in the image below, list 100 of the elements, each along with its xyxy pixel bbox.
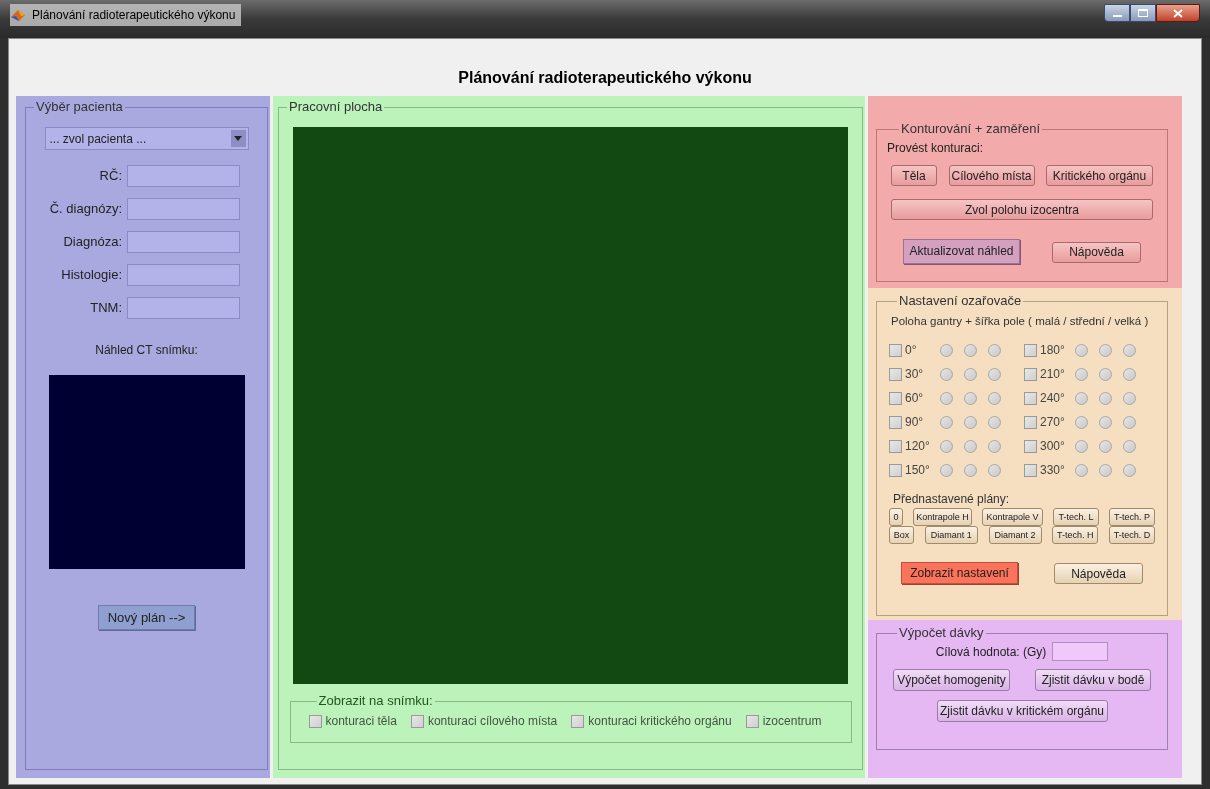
radio-button[interactable] [940, 415, 953, 429]
radio-button[interactable] [1123, 391, 1136, 405]
radio-button[interactable] [1123, 367, 1136, 381]
checkbox-label: konturaci kritického orgánu [588, 713, 732, 730]
radio-button[interactable] [988, 367, 1001, 381]
preset-button[interactable]: T-tech. P [1109, 508, 1155, 527]
radio-button[interactable] [1099, 463, 1112, 477]
checkbox[interactable] [410, 714, 424, 728]
contour-button[interactable]: Těla [891, 165, 937, 186]
angle-label: 60° [904, 390, 925, 408]
radio-button[interactable] [1099, 415, 1112, 429]
group-title: Zobrazit na snímku: [317, 694, 434, 708]
checkbox[interactable] [1024, 439, 1037, 453]
radio-button[interactable] [988, 415, 1001, 429]
radio-button[interactable] [1123, 343, 1136, 357]
radio-button[interactable] [1099, 367, 1112, 381]
field-label: TNM: [89, 299, 122, 318]
preset-button[interactable]: Box [889, 526, 914, 545]
dropdown-caret-icon [230, 130, 246, 147]
dose-button[interactable]: Výpočet homogenity [893, 669, 1010, 691]
close-button[interactable] [1156, 4, 1200, 22]
angle-label: 180° [1039, 342, 1066, 360]
checkbox[interactable] [308, 714, 322, 728]
field-label: Cílová hodnota: (Gy) [935, 643, 1047, 661]
radio-button[interactable] [1123, 415, 1136, 429]
radio-button[interactable] [964, 439, 977, 453]
checkbox[interactable] [1024, 367, 1037, 381]
preset-button[interactable]: T-tech. D [1109, 526, 1155, 545]
field-label: RČ: [98, 167, 122, 186]
text-field[interactable] [1052, 642, 1109, 661]
angle-label: 90° [904, 414, 925, 432]
radio-button[interactable] [964, 343, 977, 357]
group-title: Výběr pacienta [35, 100, 124, 114]
minimize-button[interactable] [1104, 4, 1130, 22]
radio-button[interactable] [940, 391, 953, 405]
radio-button[interactable] [964, 367, 977, 381]
radio-button[interactable] [988, 439, 1001, 453]
radio-button[interactable] [1075, 367, 1088, 381]
checkbox[interactable] [571, 714, 585, 728]
radio-button[interactable] [1123, 463, 1136, 477]
radio-button[interactable] [1075, 391, 1088, 405]
radio-button[interactable] [1075, 439, 1088, 453]
update-preview-button[interactable]: Aktualizovat náhled [903, 238, 1020, 264]
isocenter-button[interactable]: Zvol polohu izocentra [891, 199, 1153, 220]
checkbox[interactable] [1024, 463, 1037, 477]
radio-button[interactable] [1099, 439, 1112, 453]
maximize-button[interactable] [1130, 4, 1156, 22]
text-field[interactable] [127, 198, 240, 220]
preset-button[interactable]: Diamant 2 [988, 526, 1042, 545]
checkbox[interactable] [889, 343, 902, 357]
preset-button[interactable]: Diamant 1 [924, 526, 978, 545]
checkbox[interactable] [889, 367, 902, 381]
page-heading: Plánování radioterapeutického výkonu [458, 68, 752, 88]
radio-button[interactable] [964, 415, 977, 429]
angle-label: 30° [904, 366, 925, 384]
radio-button[interactable] [1123, 439, 1136, 453]
preset-button[interactable]: T-tech. H [1052, 526, 1099, 545]
radio-button[interactable] [940, 439, 953, 453]
radio-button[interactable] [964, 391, 977, 405]
radio-button[interactable] [1075, 415, 1088, 429]
radio-button[interactable] [1075, 463, 1088, 477]
patient-dropdown[interactable]: ... zvol pacienta ... [44, 127, 249, 150]
checkbox[interactable] [745, 714, 759, 728]
contour-button[interactable]: Cílového místa [948, 165, 1035, 186]
checkbox[interactable] [1024, 391, 1037, 405]
radio-button[interactable] [988, 463, 1001, 477]
section-label: Přednastavené plány: [893, 491, 1011, 509]
radio-button[interactable] [940, 463, 953, 477]
text-field[interactable] [127, 264, 240, 286]
checkbox[interactable] [889, 391, 902, 405]
radio-button[interactable] [988, 391, 1001, 405]
preset-button[interactable]: T-tech. L [1053, 508, 1099, 527]
checkbox[interactable] [1024, 343, 1037, 357]
preset-button[interactable]: Kontrapole H [913, 508, 972, 527]
group-title: Pracovní plocha [288, 100, 384, 114]
dose-button[interactable]: Zjistit dávku v kritickém orgánu [936, 700, 1108, 722]
radio-button[interactable] [1075, 343, 1088, 357]
show-settings-button[interactable]: Zobrazit nastavení [901, 562, 1018, 585]
preset-button[interactable]: 0 [889, 508, 903, 527]
section-label: Provést konturaci: [887, 140, 985, 157]
help-button[interactable]: Nápověda [1054, 563, 1143, 585]
checkbox[interactable] [889, 415, 902, 429]
radio-button[interactable] [988, 343, 1001, 357]
help-button[interactable]: Nápověda [1052, 241, 1141, 263]
contour-button[interactable]: Kritického orgánu [1046, 165, 1153, 186]
dose-button[interactable]: Zjistit dávku v bodě [1035, 669, 1151, 691]
text-field[interactable] [127, 165, 240, 187]
radio-button[interactable] [964, 463, 977, 477]
angle-label: 210° [1039, 366, 1066, 384]
preset-button[interactable]: Kontrapole V [982, 508, 1043, 527]
checkbox[interactable] [889, 463, 902, 477]
radio-button[interactable] [1099, 391, 1112, 405]
radio-button[interactable] [1099, 343, 1112, 357]
radio-button[interactable] [940, 343, 953, 357]
checkbox[interactable] [1024, 415, 1037, 429]
text-field[interactable] [127, 297, 240, 319]
radio-button[interactable] [940, 367, 953, 381]
checkbox[interactable] [889, 439, 902, 453]
text-field[interactable] [127, 231, 240, 253]
new-plan-button[interactable]: Nový plán --> [98, 605, 195, 630]
